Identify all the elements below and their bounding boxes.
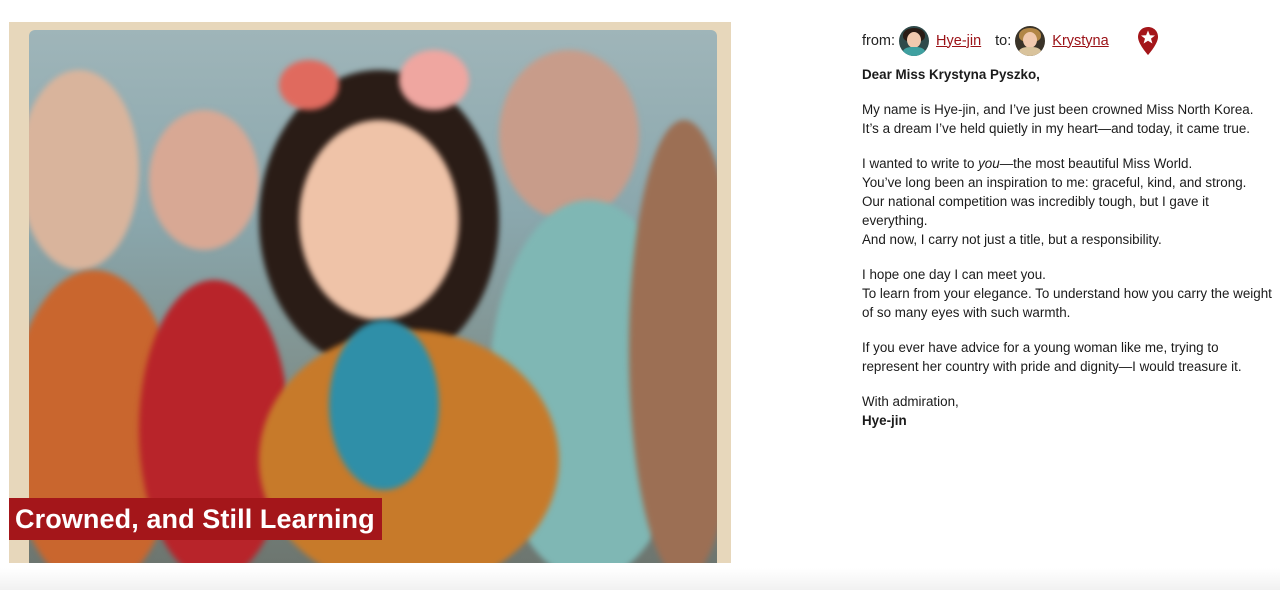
emphasis-you: you [978,156,1000,171]
paragraph-line: To learn from your elegance. To understa… [862,286,1272,320]
letter-paragraph-3: I hope one day I can meet you. To learn … [862,265,1272,322]
paragraph-line: And now, I carry not just a title, but a… [862,232,1162,247]
photo-caption: Crowned, and Still Learning [9,498,382,540]
letter-greeting: Dear Miss Krystyna Pyszko, [862,67,1040,82]
signature: Hye-jin [862,413,907,428]
to-name-link[interactable]: Krystyna [1052,32,1108,51]
paragraph-line: I hope one day I can meet you. [862,267,1046,282]
hero-photo: Crowned, and Still Learning [9,22,731,563]
to-label: to: [995,32,1012,49]
letter-paragraph-4: If you ever have advice for a young woma… [862,338,1272,376]
paragraph-line: Our national competition was incredibly … [862,194,1209,228]
paragraph-line: You’ve long been an inspiration to me: g… [862,175,1247,190]
from-avatar[interactable] [899,26,930,56]
page: Crowned, and Still Learning from: Hye-ji… [0,0,1280,590]
map-pin-star-icon[interactable] [1137,26,1159,56]
footer-divider [0,568,1280,590]
letter: from: Hye-jin to: Krystyna Dear Miss Kry… [862,26,1272,430]
paragraph-line: It’s a dream I’ve held quietly in my hea… [862,121,1251,136]
letter-closing-block: With admiration, Hye-jin [862,392,1272,430]
letter-header: from: Hye-jin to: Krystyna [862,26,1272,56]
to-avatar[interactable] [1015,26,1046,56]
photo-image [29,30,717,563]
from-label: from: [862,32,896,49]
letter-paragraph-2: I wanted to write to you—the most beauti… [862,154,1272,249]
text-run: I wanted to write to [862,156,979,171]
closing-line: With admiration, [862,394,959,409]
paragraph-line: My name is Hye-jin, and I’ve just been c… [862,102,1254,117]
letter-paragraph-1: My name is Hye-jin, and I’ve just been c… [862,100,1272,138]
from-name-link[interactable]: Hye-jin [936,32,981,51]
text-run: —the most beautiful Miss World. [999,156,1193,171]
paragraph-line: I wanted to write to you—the most beauti… [862,154,1272,173]
paragraph-line: If you ever have advice for a young woma… [862,340,1242,374]
